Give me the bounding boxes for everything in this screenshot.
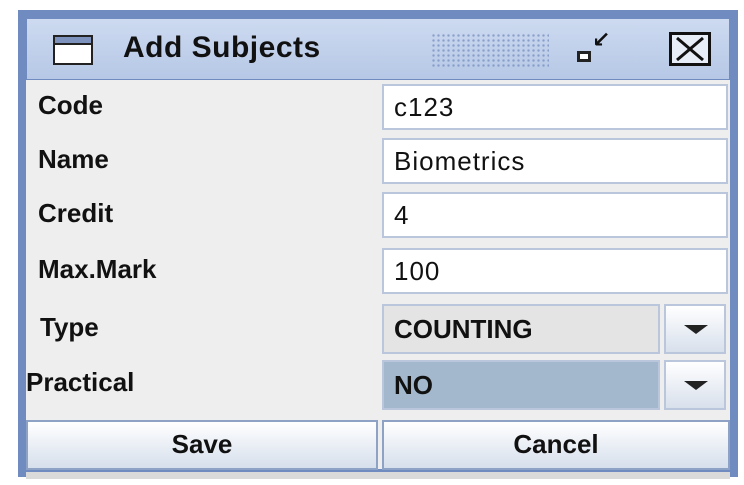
code-label: Code [38, 90, 103, 120]
chevron-down-icon[interactable] [664, 304, 726, 354]
max-mark-label: Max.Mark [38, 254, 157, 284]
practical-dropdown[interactable]: NO [382, 360, 728, 410]
iconify-button[interactable]: ↙ [575, 27, 619, 69]
type-selected-value[interactable]: COUNTING [382, 304, 660, 354]
code-field[interactable]: c123 [382, 84, 728, 130]
type-label: Type [40, 312, 99, 342]
chevron-down-icon[interactable] [664, 360, 726, 410]
add-subjects-dialog: Add Subjects ↙ Code c123 Name Biometrics… [18, 10, 738, 479]
window-title: Add Subjects [123, 31, 321, 64]
credit-label: Credit [38, 198, 114, 228]
status-strip [26, 472, 730, 479]
cancel-button[interactable]: Cancel [382, 420, 730, 470]
iconify-icon [577, 51, 591, 62]
practical-selected-value[interactable]: NO [382, 360, 660, 410]
max-mark-field[interactable]: 100 [382, 248, 728, 294]
title-bar[interactable]: Add Subjects ↙ [26, 18, 730, 80]
name-field[interactable]: Biometrics [382, 138, 728, 184]
name-label: Name [38, 144, 109, 174]
window-icon [53, 35, 93, 65]
type-dropdown[interactable]: COUNTING [382, 304, 728, 354]
save-button[interactable]: Save [26, 420, 378, 470]
close-button[interactable] [669, 32, 711, 66]
practical-label: Practical [26, 367, 135, 397]
close-icon [676, 36, 704, 62]
title-bar-grip [431, 33, 549, 67]
form-panel: Code c123 Name Biometrics Credit 4 Max.M… [26, 80, 730, 479]
credit-field[interactable]: 4 [382, 192, 728, 238]
